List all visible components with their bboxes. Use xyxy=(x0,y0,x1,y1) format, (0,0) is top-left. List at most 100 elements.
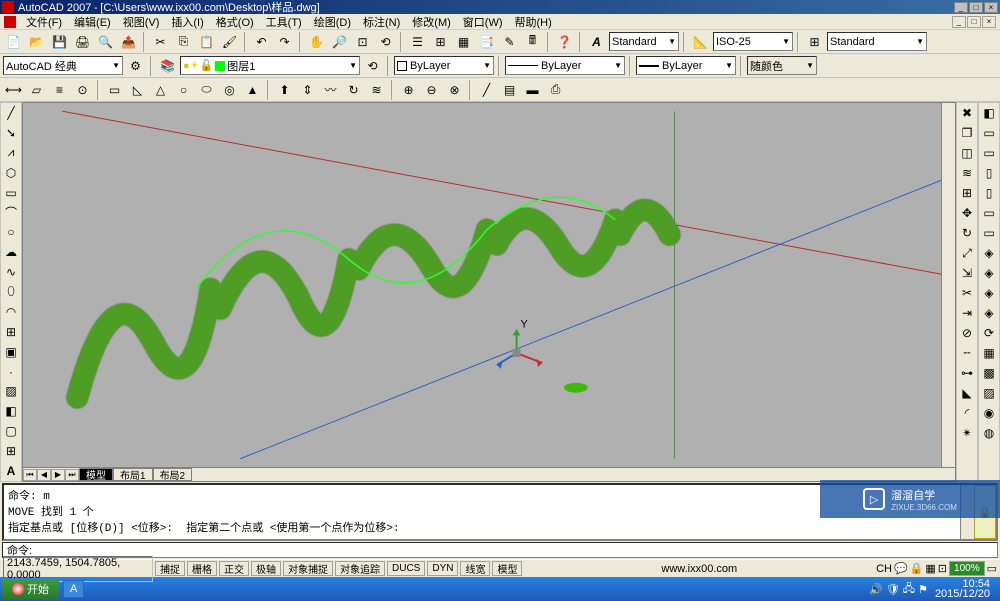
nw-iso-icon[interactable]: ◈ xyxy=(979,303,999,323)
taskbar-clock[interactable]: 10:542015/12/20 xyxy=(931,579,994,599)
menu-tools[interactable]: 工具(T) xyxy=(260,14,308,30)
linetype-combo[interactable]: ByLayer▼ xyxy=(505,56,625,75)
cone-icon[interactable]: △ xyxy=(150,79,171,100)
comm-center-icon[interactable]: 💬 xyxy=(894,562,908,575)
tablestyle-icon[interactable]: ⊞ xyxy=(804,31,825,52)
markup-icon[interactable]: ✎ xyxy=(499,31,520,52)
zoom-window-icon[interactable]: ⊡ xyxy=(352,31,373,52)
textstyle-combo[interactable]: Standard▼ xyxy=(609,32,679,51)
coordinates-display[interactable]: 2143.7459, 1504.7805, 0.0000 xyxy=(3,556,153,582)
intersect-icon[interactable]: ⊗ xyxy=(444,79,465,100)
wedge-icon[interactable]: ◺ xyxy=(127,79,148,100)
print-icon[interactable]: 🖨 xyxy=(72,31,93,52)
list-icon[interactable]: ≡ xyxy=(49,79,70,100)
scale-icon[interactable]: ⤢ xyxy=(957,243,977,263)
top-view-icon[interactable]: ▭ xyxy=(979,123,999,143)
revcloud-icon[interactable]: ☁ xyxy=(1,242,21,262)
subtract-icon[interactable]: ⊖ xyxy=(421,79,442,100)
clean-screen-icon[interactable]: ▭ xyxy=(987,562,997,575)
insert-block-icon[interactable]: ⊞ xyxy=(1,322,21,342)
preview-icon[interactable]: 🔍 xyxy=(95,31,116,52)
tray-icon-3[interactable]: 🖧 xyxy=(903,580,915,599)
section-icon[interactable]: ▤ xyxy=(499,79,520,100)
doc-minimize-button[interactable]: _ xyxy=(952,16,966,28)
offset-icon[interactable]: ≋ xyxy=(957,163,977,183)
ime-indicator[interactable]: CH xyxy=(876,563,892,575)
tab-layout1[interactable]: 布局1 xyxy=(113,468,153,481)
copy-obj-icon[interactable]: ❐ xyxy=(957,123,977,143)
osnap-toggle[interactable]: 对象捕捉 xyxy=(283,561,333,576)
design-center-icon[interactable]: ⊞ xyxy=(430,31,451,52)
layer-prev-icon[interactable]: ⟲ xyxy=(362,55,383,76)
rotate-icon[interactable]: ↻ xyxy=(957,223,977,243)
maximize-button[interactable]: □ xyxy=(969,2,983,13)
named-views-icon[interactable]: ◧ xyxy=(979,103,999,123)
se-iso-icon[interactable]: ◈ xyxy=(979,263,999,283)
slice-icon[interactable]: ╱ xyxy=(476,79,497,100)
ducs-toggle[interactable]: DUCS xyxy=(387,561,425,576)
undo-icon[interactable]: ↶ xyxy=(251,31,272,52)
left-view-icon[interactable]: ▯ xyxy=(979,163,999,183)
zoom-realtime-icon[interactable]: 🔎 xyxy=(329,31,350,52)
menu-file[interactable]: 文件(F) xyxy=(20,14,68,30)
layer-combo[interactable]: ● ☀ 🔓 图层1 ▼ xyxy=(180,56,360,75)
minimize-button[interactable]: _ xyxy=(954,2,968,13)
lwt-toggle[interactable]: 线宽 xyxy=(460,561,490,576)
visualstyle-real-icon[interactable]: ◉ xyxy=(979,403,999,423)
point-icon[interactable]: · xyxy=(1,362,21,382)
polar-toggle[interactable]: 极轴 xyxy=(251,561,281,576)
help-icon[interactable]: ❓ xyxy=(554,31,575,52)
tray-icon-1[interactable]: 🔊 xyxy=(869,583,883,596)
workspace-combo[interactable]: AutoCAD 经典▼ xyxy=(3,56,123,75)
lineweight-combo[interactable]: ByLayer▼ xyxy=(636,56,736,75)
vertical-scrollbar[interactable] xyxy=(941,103,955,467)
bottom-view-icon[interactable]: ▭ xyxy=(979,143,999,163)
visualstyle-hidden-icon[interactable]: ▨ xyxy=(979,383,999,403)
sweep-icon[interactable]: 〰 xyxy=(320,79,341,100)
cylinder-icon[interactable]: ⬭ xyxy=(196,79,217,100)
sphere-icon[interactable]: ○ xyxy=(173,79,194,100)
doc-maximize-button[interactable]: □ xyxy=(967,16,981,28)
array-icon[interactable]: ⊞ xyxy=(957,183,977,203)
menu-draw[interactable]: 绘图(D) xyxy=(308,14,357,30)
sheet-set-icon[interactable]: 📑 xyxy=(476,31,497,52)
chamfer-icon[interactable]: ◣ xyxy=(957,383,977,403)
sw-iso-icon[interactable]: ◈ xyxy=(979,243,999,263)
break-at-point-icon[interactable]: ⊘ xyxy=(957,323,977,343)
workspace-settings-icon[interactable]: ⚙ xyxy=(125,55,146,76)
drawing-area[interactable]: Y xyxy=(23,103,941,467)
redo-icon[interactable]: ↷ xyxy=(274,31,295,52)
area-icon[interactable]: ▱ xyxy=(26,79,47,100)
plotstyle-combo[interactable]: 随颜色▼ xyxy=(747,56,817,75)
visualstyle-2d-icon[interactable]: ▦ xyxy=(979,343,999,363)
stretch-icon[interactable]: ⇲ xyxy=(957,263,977,283)
menu-view[interactable]: 视图(V) xyxy=(117,14,166,30)
mirror-icon[interactable]: ◫ xyxy=(957,143,977,163)
revolve-icon[interactable]: ↻ xyxy=(343,79,364,100)
rectangle-icon[interactable]: ▭ xyxy=(1,183,21,203)
box-icon[interactable]: ▭ xyxy=(104,79,125,100)
taskbar-item-autocad[interactable]: A xyxy=(63,580,84,598)
menu-help[interactable]: 帮助(H) xyxy=(509,14,558,30)
loft-icon[interactable]: ≋ xyxy=(366,79,387,100)
id-point-icon[interactable]: ⊙ xyxy=(72,79,93,100)
presspull-icon[interactable]: ⇕ xyxy=(297,79,318,100)
tab-last-button[interactable]: ⏭ xyxy=(65,469,79,481)
copy-icon[interactable]: ⎘ xyxy=(173,31,194,52)
tray-toolbar-icon[interactable]: ▦ xyxy=(925,562,935,575)
otrack-toggle[interactable]: 对象追踪 xyxy=(335,561,385,576)
publish-icon[interactable]: 📤 xyxy=(118,31,139,52)
tab-model[interactable]: 模型 xyxy=(79,468,113,481)
save-icon[interactable]: 💾 xyxy=(49,31,70,52)
hatch-icon[interactable]: ▨ xyxy=(1,381,21,401)
model-toggle[interactable]: 模型 xyxy=(492,561,522,576)
explode-icon[interactable]: ✴ xyxy=(957,423,977,443)
open-icon[interactable]: 📂 xyxy=(26,31,47,52)
doc-close-button[interactable]: × xyxy=(982,16,996,28)
circle-icon[interactable]: ○ xyxy=(1,222,21,242)
cut-icon[interactable]: ✂ xyxy=(150,31,171,52)
visualstyle-concept-icon[interactable]: ◍ xyxy=(979,423,999,443)
tray-lock-icon[interactable]: 🔒 xyxy=(910,562,924,575)
calc-icon[interactable]: 🖩 xyxy=(522,31,543,52)
xline-icon[interactable]: ➘ xyxy=(1,123,21,143)
